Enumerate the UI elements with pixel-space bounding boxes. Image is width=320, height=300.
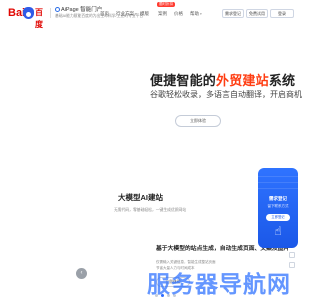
chat-icon[interactable]	[289, 252, 295, 258]
logo-divider	[50, 8, 51, 18]
pointer-hand-icon: ☝	[274, 224, 282, 238]
free-trial-button[interactable]: 免费试用	[246, 9, 268, 18]
nav-item-solutions[interactable]: 行业方案▾	[116, 10, 137, 18]
widget-decoration	[258, 176, 298, 177]
hero-title-suffix: 系统	[268, 73, 296, 88]
top-header: Bai 百度 AiPage 智能门户 基础AI能力赋能百度的为出生命科学/工业的…	[0, 0, 300, 30]
hero-title-highlight: 外贸建站	[216, 73, 269, 88]
login-button[interactable]: 登录	[270, 9, 294, 18]
widget-title: 需求登记	[269, 196, 287, 201]
widget-cta-button[interactable]: 立即登记	[266, 214, 290, 221]
hero-subtitle: 谷歌轻松收录，多语言自动翻译，开启商机	[150, 90, 302, 99]
nav-label: 行业方案	[116, 11, 134, 16]
hero-title: 便捷智能的外贸建站系统	[150, 70, 295, 89]
hero-title-prefix: 便捷智能的	[150, 73, 217, 88]
nav-label: 首页	[100, 11, 109, 16]
chevron-left-icon: ‹	[80, 270, 83, 276]
hero-cta-button[interactable]: 立即体验	[175, 115, 221, 127]
widget-subtitle: 留下联系方式	[267, 204, 289, 208]
product-name-label: AiPage 智能门户	[61, 7, 103, 13]
site-watermark: 服务器导航网	[147, 271, 291, 297]
nav-item-pricing[interactable]: 价格	[174, 10, 183, 18]
section-subtitle: 无需代码，零基础轻松，一键生成优质网站	[114, 208, 187, 212]
nav-label: 价格	[174, 11, 183, 16]
paw-icon	[23, 7, 34, 19]
nav-item-help[interactable]: 帮助▾	[190, 10, 202, 18]
register-button[interactable]: 需求登记	[222, 9, 244, 18]
nav-label: 帮助	[190, 11, 199, 16]
baidu-logo[interactable]: Bai 百度	[8, 6, 44, 29]
chevron-down-icon: ▾	[200, 12, 202, 16]
nav-item-cases[interactable]: 案例	[158, 10, 167, 18]
section-title: 大模型AI建站	[118, 193, 163, 202]
product-name[interactable]: AiPage 智能门户	[55, 5, 102, 13]
hero-section: 便捷智能的外贸建站系统 谷歌轻松收录，多语言自动翻译，开启商机 立即体验	[0, 30, 302, 140]
aipage-icon	[55, 7, 60, 12]
contact-widget[interactable]: 需求登记 留下联系方式 立即登记 ☝	[258, 168, 298, 248]
carousel-prev-button[interactable]: ‹	[76, 268, 87, 279]
nav-label: 模版	[140, 11, 149, 16]
promo-badge: 限时折扣	[157, 2, 175, 7]
chevron-down-icon: ▾	[135, 12, 137, 16]
widget-decoration	[258, 188, 298, 189]
logo-text-cn: 百度	[35, 8, 43, 29]
widget-decoration	[258, 182, 298, 183]
nav-item-templates[interactable]: 模版	[140, 10, 149, 18]
nav-label: 案例	[158, 11, 167, 16]
nav-item-home[interactable]: 首页	[100, 10, 109, 18]
